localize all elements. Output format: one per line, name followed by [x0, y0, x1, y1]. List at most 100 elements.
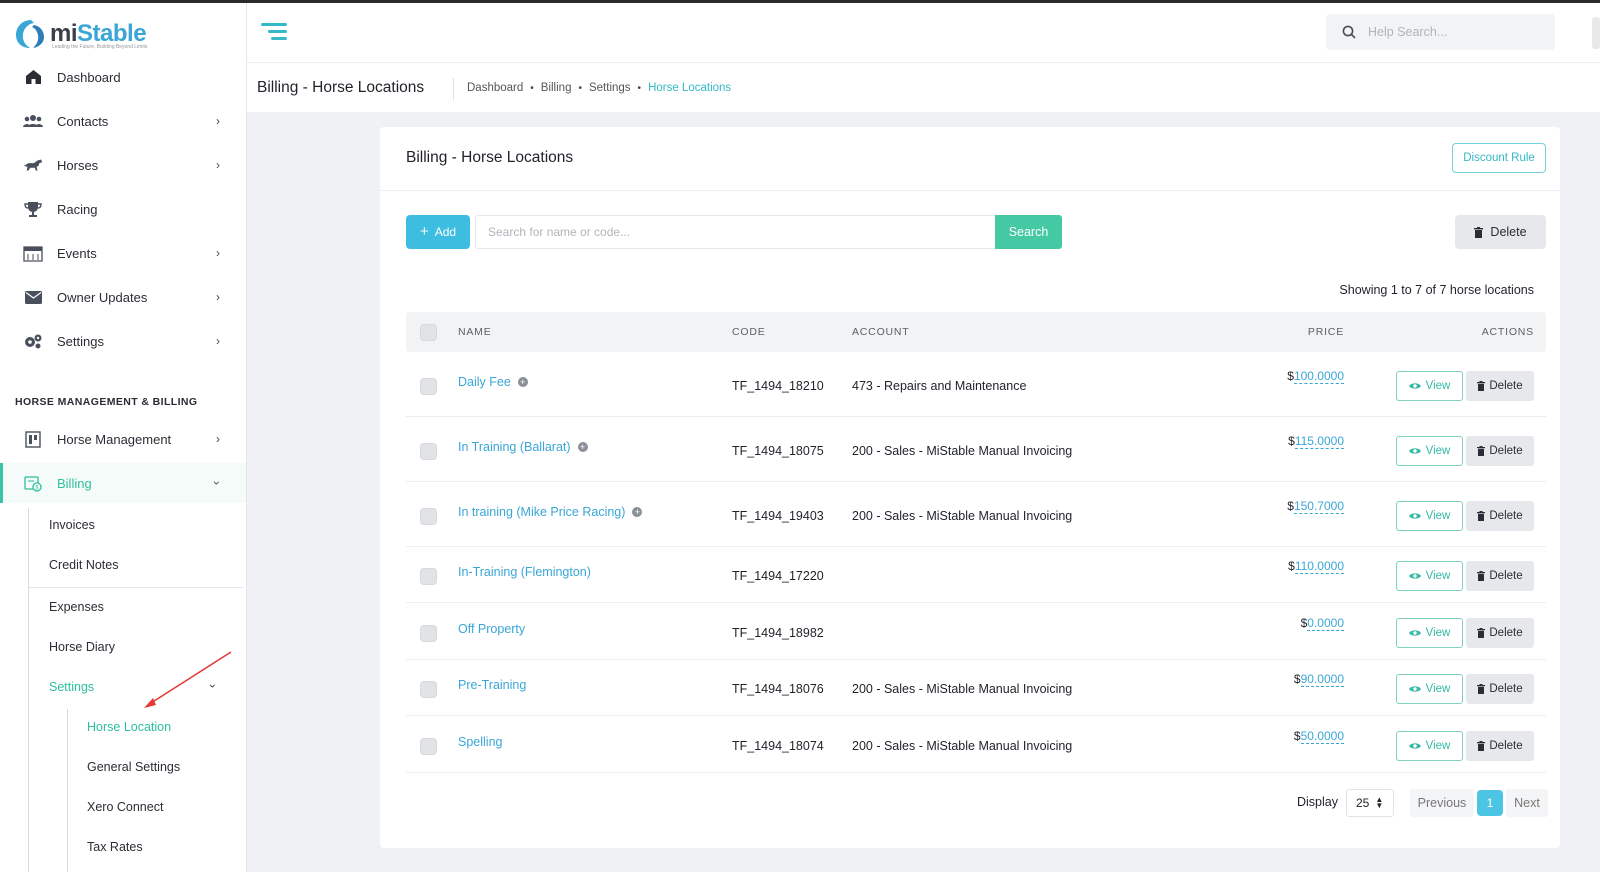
sidebar-item-events[interactable]: Events › [0, 233, 246, 273]
location-name-link[interactable]: In Training (Ballarat) + [458, 440, 588, 454]
sidebar-subitem-settings[interactable]: Settings [49, 680, 94, 694]
sidebar-subitem-expenses[interactable]: Expenses [49, 600, 104, 614]
sidebar-item-label: Contacts [57, 113, 109, 129]
view-button[interactable]: View [1396, 436, 1463, 466]
sidebar-subitem-horse-location[interactable]: Horse Location [87, 720, 171, 734]
column-header-code[interactable]: CODE [732, 326, 766, 338]
price-amount-editable[interactable]: 150.7000 [1293, 499, 1344, 514]
location-name-link[interactable]: Spelling [458, 735, 502, 749]
scrollbar[interactable] [1592, 17, 1600, 49]
currency-symbol: $ [1288, 434, 1295, 448]
sidebar-item-dashboard[interactable]: Dashboard [0, 57, 246, 97]
view-button[interactable]: View [1396, 501, 1463, 531]
row-delete-label: Delete [1489, 683, 1523, 695]
column-header-price[interactable]: PRICE [1308, 326, 1344, 338]
pagination-next[interactable]: Next [1506, 789, 1548, 817]
envelope-icon [23, 287, 43, 307]
row-delete-button[interactable]: Delete [1466, 618, 1534, 648]
menu-toggle-icon[interactable] [261, 21, 287, 43]
trash-icon [1477, 511, 1486, 521]
location-name-link[interactable]: In-Training (Flemington) [458, 565, 591, 579]
row-delete-button[interactable]: Delete [1466, 561, 1534, 591]
discount-rule-button[interactable]: Discount Rule [1452, 143, 1546, 173]
view-button[interactable]: View [1396, 371, 1463, 401]
help-search-box[interactable] [1326, 14, 1555, 50]
view-button[interactable]: View [1396, 618, 1463, 648]
location-account: 200 - Sales - MiStable Manual Invoicing [852, 509, 1073, 523]
sidebar-section-title: HORSE MANAGEMENT & BILLING [15, 396, 198, 408]
subnav-guide-nested [67, 709, 68, 872]
search-button[interactable]: Search [995, 215, 1062, 249]
row-delete-button[interactable]: Delete [1466, 501, 1534, 531]
sidebar-item-billing[interactable]: $ Billing › [0, 463, 246, 503]
pagination-page-1[interactable]: 1 [1477, 790, 1503, 816]
location-name: Daily Fee [458, 375, 511, 389]
row-checkbox[interactable] [420, 738, 437, 755]
sidebar-subitem-xero-connect[interactable]: Xero Connect [87, 800, 163, 814]
breadcrumb-current: Horse Locations [648, 82, 732, 94]
sidebar-item-racing[interactable]: Racing [0, 189, 246, 229]
price-amount-editable[interactable]: 50.0000 [1300, 729, 1344, 744]
chevron-right-icon: › [216, 114, 220, 128]
sidebar-subitem-horse-diary[interactable]: Horse Diary [49, 640, 115, 654]
row-checkbox[interactable] [420, 508, 437, 525]
sidebar-item-horse-management[interactable]: Horse Management › [0, 419, 246, 459]
sidebar-item-owner-updates[interactable]: Owner Updates › [0, 277, 246, 317]
location-name-link[interactable]: Daily Fee + [458, 375, 528, 389]
page-size-select[interactable]: 25 ▲ ▼ [1346, 789, 1394, 817]
row-delete-button[interactable]: Delete [1466, 436, 1534, 466]
price-amount-editable[interactable]: 0.0000 [1307, 616, 1344, 631]
column-header-name[interactable]: NAME [458, 326, 492, 338]
users-icon [23, 111, 43, 131]
view-button-label: View [1425, 683, 1451, 695]
sidebar-item-settings[interactable]: Settings › [0, 321, 246, 361]
sidebar-subitem-invoices[interactable]: Invoices [49, 518, 95, 532]
breadcrumb-settings[interactable]: Settings [589, 82, 631, 94]
location-name: Off Property [458, 622, 526, 636]
row-checkbox[interactable] [420, 443, 437, 460]
row-checkbox[interactable] [420, 378, 437, 395]
row-checkbox[interactable] [420, 625, 437, 642]
sidebar-subitem-tax-rates[interactable]: Tax Rates [87, 840, 143, 854]
eye-icon [1408, 448, 1421, 454]
search-input[interactable] [475, 215, 995, 249]
sidebar-item-contacts[interactable]: Contacts › [0, 101, 246, 141]
price-amount-editable[interactable]: 100.0000 [1293, 369, 1344, 384]
location-name-link[interactable]: Pre-Training [458, 678, 526, 692]
sidebar-subitem-general-settings[interactable]: General Settings [87, 760, 180, 774]
row-delete-button[interactable]: Delete [1466, 731, 1534, 761]
sidebar-subitem-credit-notes[interactable]: Credit Notes [49, 558, 118, 572]
breadcrumb-billing[interactable]: Billing [541, 82, 572, 94]
view-button[interactable]: View [1396, 731, 1463, 761]
price-amount-editable[interactable]: 90.0000 [1300, 672, 1344, 687]
add-circle-icon[interactable]: + [577, 442, 588, 452]
column-header-account[interactable]: ACCOUNT [852, 326, 910, 338]
pagination-previous[interactable]: Previous [1410, 789, 1474, 817]
add-button[interactable]: + Add [406, 215, 470, 249]
breadcrumb: Dashboard • Billing • Settings • Horse L… [467, 82, 731, 94]
view-button[interactable]: View [1396, 674, 1463, 704]
horse-logo-icon [16, 20, 44, 48]
select-all-checkbox[interactable] [420, 324, 437, 341]
app-logo[interactable]: miStable Leading the Future, Building Be… [14, 17, 147, 51]
price-amount-editable[interactable]: 110.0000 [1294, 559, 1344, 574]
view-button[interactable]: View [1396, 561, 1463, 591]
currency-symbol: $ [1293, 729, 1301, 743]
row-checkbox[interactable] [420, 681, 437, 698]
row-checkbox[interactable] [420, 568, 437, 585]
location-name: In Training (Ballarat) [458, 440, 571, 454]
add-circle-icon[interactable]: + [517, 377, 528, 387]
breadcrumb-dashboard[interactable]: Dashboard [467, 82, 523, 94]
price-amount-editable[interactable]: 115.0000 [1294, 434, 1344, 449]
chevron-down-icon: › [206, 684, 220, 688]
bulk-delete-button[interactable]: Delete [1455, 215, 1546, 249]
row-delete-button[interactable]: Delete [1466, 371, 1534, 401]
add-circle-icon[interactable]: + [632, 507, 643, 517]
sidebar-item-horses[interactable]: Horses › [0, 145, 246, 185]
clipboard-icon [23, 429, 43, 449]
chevron-right-icon: › [216, 334, 220, 348]
location-name-link[interactable]: Off Property [458, 622, 525, 636]
location-name-link[interactable]: In training (Mike Price Racing) + [458, 505, 643, 519]
row-delete-button[interactable]: Delete [1466, 674, 1534, 704]
help-search-input[interactable] [1368, 25, 1538, 39]
